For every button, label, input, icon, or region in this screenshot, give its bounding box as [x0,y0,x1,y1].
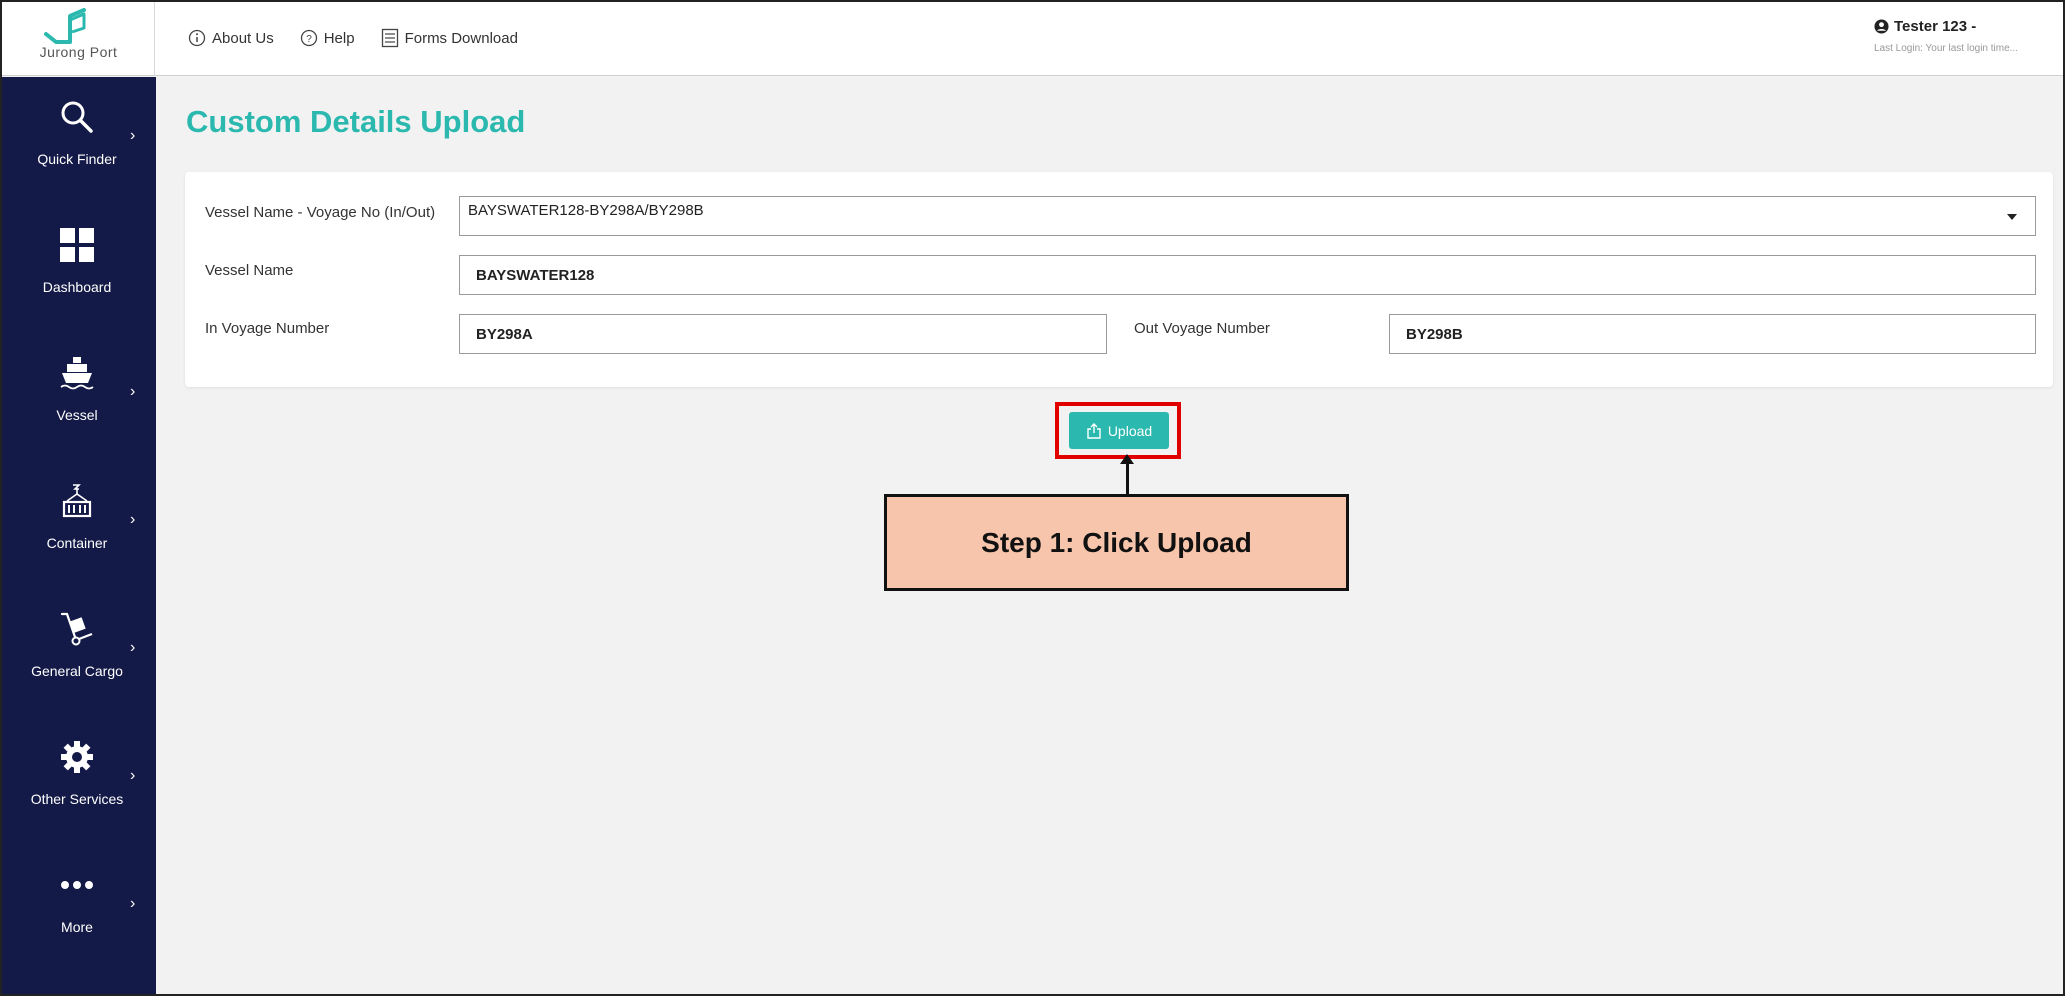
document-list-icon [381,28,399,48]
sidebar-item-quick-finder[interactable]: › Quick Finder [2,77,156,187]
nav-about-us-label: About Us [212,29,274,47]
chevron-right-icon: › [130,639,136,656]
sidebar-item-other-services[interactable]: › Other Services [2,717,156,827]
in-voyage-label: In Voyage Number [205,320,330,337]
caret-down-icon [2007,214,2017,220]
user-name-row[interactable]: Tester 123 - [1874,18,2049,35]
top-bar: Jurong Port About Us ? Help Forms Downlo… [2,2,2063,76]
chevron-right-icon: › [130,127,136,144]
brand-name: Jurong Port [39,44,118,60]
sidebar-item-general-cargo[interactable]: › General Cargo [2,589,156,699]
upload-button[interactable]: Upload [1069,412,1169,449]
out-voyage-label: Out Voyage Number [1134,320,1270,337]
annotation-callout: Step 1: Click Upload [884,494,1349,591]
chevron-right-icon: › [130,895,136,912]
out-voyage-field[interactable]: BY298B [1389,314,2036,354]
sidebar-item-label: Other Services [30,791,124,807]
sidebar-item-container[interactable]: › Container [2,461,156,571]
sidebar-item-label: General Cargo [31,663,123,679]
user-name: Tester 123 - [1894,18,1977,35]
info-icon [188,29,206,47]
sidebar: › Quick Finder Dashboard › Vessel › Cont… [2,77,156,994]
sidebar-item-label: Container [46,535,108,551]
top-navigation: About Us ? Help Forms Download [188,28,544,48]
user-menu[interactable]: Tester 123 - Last Login: Your last login… [1874,18,2049,54]
page-title: Custom Details Upload [186,104,526,139]
vessel-voyage-select[interactable]: BAYSWATER128-BY298A/BY298B [459,196,2036,236]
nav-forms-download-label: Forms Download [404,29,518,47]
help-icon: ? [300,29,318,47]
nav-forms-download[interactable]: Forms Download [381,28,518,48]
sidebar-item-label: More [61,919,93,935]
upload-icon [1086,422,1102,440]
nav-help-label: Help [323,29,355,47]
sidebar-item-label: Dashboard [42,279,112,295]
nav-about-us[interactable]: About Us [188,29,274,47]
chevron-right-icon: › [130,767,136,784]
upload-button-label: Upload [1107,422,1153,439]
nav-help[interactable]: ? Help [300,29,355,47]
user-circle-icon [1874,19,1889,34]
brand-logo[interactable]: Jurong Port [2,2,155,76]
sidebar-item-label: Vessel [56,407,98,423]
svg-text:?: ? [306,34,312,45]
vessel-details-card: Vessel Name - Voyage No (In/Out) BAYSWAT… [185,172,2053,387]
last-login-text: Last Login: Your last login time... [1874,43,2018,54]
vessel-name-field[interactable]: BAYSWATER128 [459,255,2036,295]
sidebar-item-dashboard[interactable]: Dashboard [2,205,156,315]
vessel-voyage-label: Vessel Name - Voyage No (In/Out) [205,204,436,221]
sidebar-item-more[interactable]: › More [2,845,156,955]
sidebar-item-label: Quick Finder [37,151,117,167]
chevron-right-icon: › [130,383,136,400]
in-voyage-field[interactable]: BY298A [459,314,1107,354]
annotation-arrow-head [1120,454,1134,464]
vessel-voyage-selected-value: BAYSWATER128-BY298A/BY298B [468,202,704,219]
sidebar-item-vessel[interactable]: › Vessel [2,333,156,443]
vessel-name-label: Vessel Name [205,262,294,279]
chevron-right-icon: › [130,511,136,528]
grid-icon [2,227,152,263]
